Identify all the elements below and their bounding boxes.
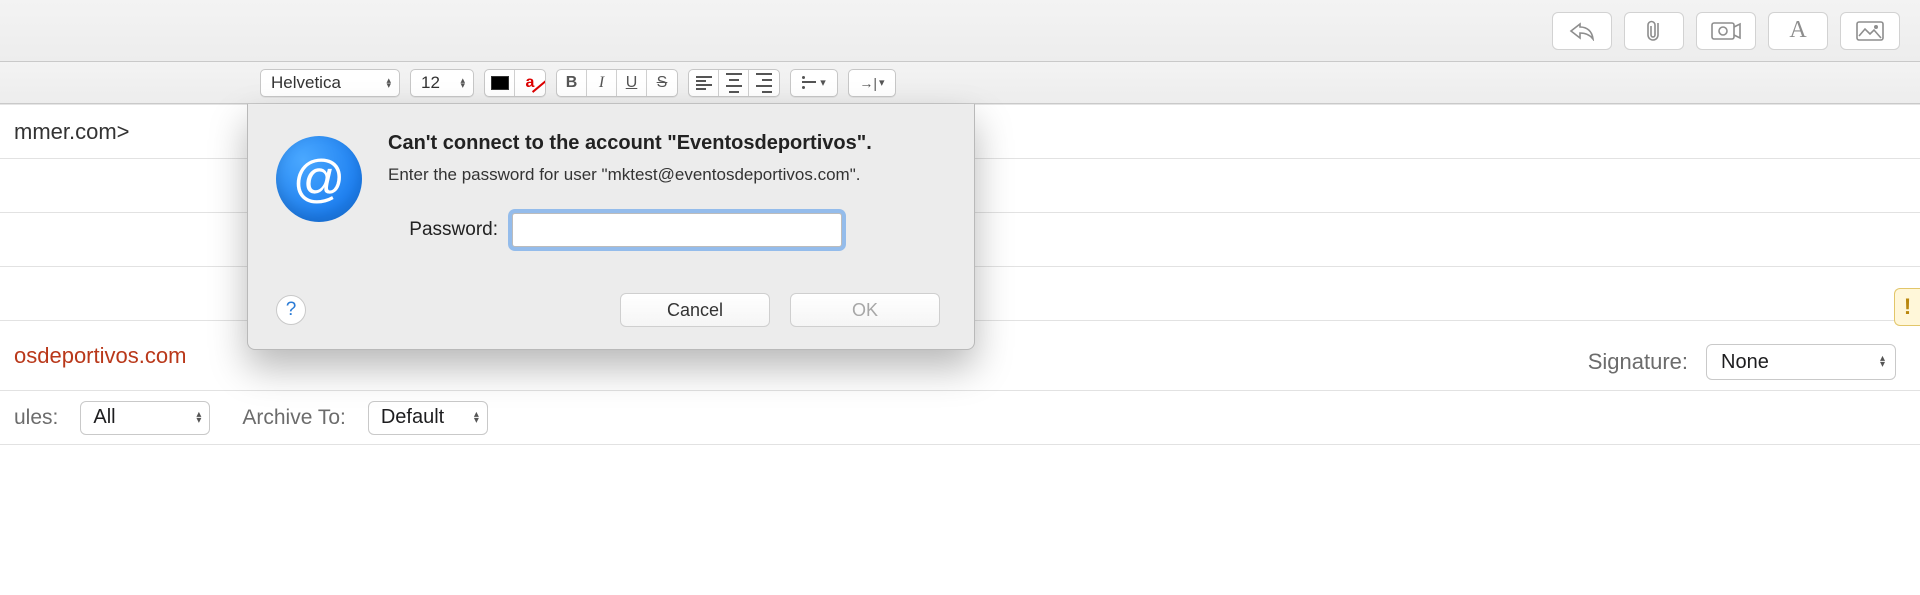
options-row: ules: All ▴▾ Archive To: Default ▴▾ — [0, 391, 1920, 445]
list-icon — [802, 75, 816, 91]
align-left-icon — [696, 74, 712, 92]
align-center-button[interactable] — [719, 70, 749, 96]
font-select[interactable]: Helvetica ▴▾ — [260, 69, 400, 97]
dialog-subtitle: Enter the password for user "mktest@even… — [388, 165, 940, 185]
ok-label: OK — [852, 300, 878, 321]
font-value: Helvetica — [271, 73, 341, 93]
text-color-button[interactable] — [485, 70, 515, 96]
warning-badge[interactable]: ! — [1894, 288, 1920, 326]
chevron-updown-icon: ▴▾ — [474, 412, 479, 424]
warning-icon: ! — [1904, 294, 1911, 320]
dialog-title: Can't connect to the account "Eventosdep… — [388, 132, 940, 155]
to-field-value: mmer.com> — [14, 119, 130, 145]
indent-icon: →| — [859, 75, 877, 91]
align-right-icon — [756, 71, 772, 95]
list-button[interactable]: ▾ — [791, 70, 837, 96]
ok-button[interactable]: OK — [790, 293, 940, 327]
indent-group: →| ▾ — [848, 69, 896, 97]
signature-label: Signature: — [1588, 349, 1688, 375]
italic-button[interactable]: I — [587, 70, 617, 96]
format-button[interactable]: A — [1768, 12, 1828, 50]
account-icon: @ — [276, 136, 362, 222]
clear-style-icon: a — [526, 74, 535, 92]
rules-value: All — [93, 406, 115, 429]
bold-button[interactable]: B — [557, 70, 587, 96]
rules-label: ules: — [14, 406, 58, 430]
signature-select[interactable]: None ▴▾ — [1706, 344, 1896, 380]
archive-value: Default — [381, 406, 444, 429]
chevron-updown-icon: ▴▾ — [386, 78, 391, 88]
cancel-label: Cancel — [667, 300, 723, 321]
indent-button[interactable]: →| ▾ — [849, 70, 895, 96]
clear-style-button[interactable]: a — [515, 70, 545, 96]
attach-button[interactable] — [1624, 12, 1684, 50]
strike-button[interactable]: S — [647, 70, 677, 96]
photo-button[interactable] — [1696, 12, 1756, 50]
list-group: ▾ — [790, 69, 838, 97]
password-input[interactable] — [512, 213, 842, 247]
swatch-icon — [491, 76, 509, 90]
format-toolbar: Helvetica ▴▾ 12 ▴▾ a B I U S ▾ →| ▾ — [0, 62, 1920, 104]
from-field-value: osdeportivos.com — [14, 343, 186, 369]
size-select[interactable]: 12 ▴▾ — [410, 69, 474, 97]
typography-group: B I U S — [556, 69, 678, 97]
color-group: a — [484, 69, 546, 97]
password-label: Password: — [388, 219, 498, 241]
chevron-updown-icon: ▴▾ — [1880, 356, 1885, 368]
underline-button[interactable]: U — [617, 70, 647, 96]
chevron-updown-icon: ▴▾ — [196, 412, 201, 424]
at-symbol: @ — [293, 149, 346, 209]
reply-button[interactable] — [1552, 12, 1612, 50]
archive-select[interactable]: Default ▴▾ — [368, 401, 488, 435]
align-center-icon — [726, 71, 742, 95]
media-button[interactable] — [1840, 12, 1900, 50]
cancel-button[interactable]: Cancel — [620, 293, 770, 327]
size-value: 12 — [421, 73, 440, 93]
align-right-button[interactable] — [749, 70, 779, 96]
window-titlebar: A — [0, 0, 1920, 62]
align-left-button[interactable] — [689, 70, 719, 96]
help-button[interactable]: ? — [276, 295, 306, 325]
password-dialog: @ Can't connect to the account "Eventosd… — [247, 104, 975, 350]
chevron-updown-icon: ▴▾ — [460, 78, 465, 88]
signature-area: Signature: None ▴▾ — [1588, 344, 1896, 380]
chevron-down-icon: ▾ — [820, 76, 826, 89]
rules-select[interactable]: All ▴▾ — [80, 401, 210, 435]
chevron-down-icon: ▾ — [879, 76, 885, 89]
help-icon: ? — [286, 299, 297, 321]
align-group — [688, 69, 780, 97]
archive-label: Archive To: — [242, 406, 346, 430]
signature-value: None — [1721, 351, 1769, 374]
